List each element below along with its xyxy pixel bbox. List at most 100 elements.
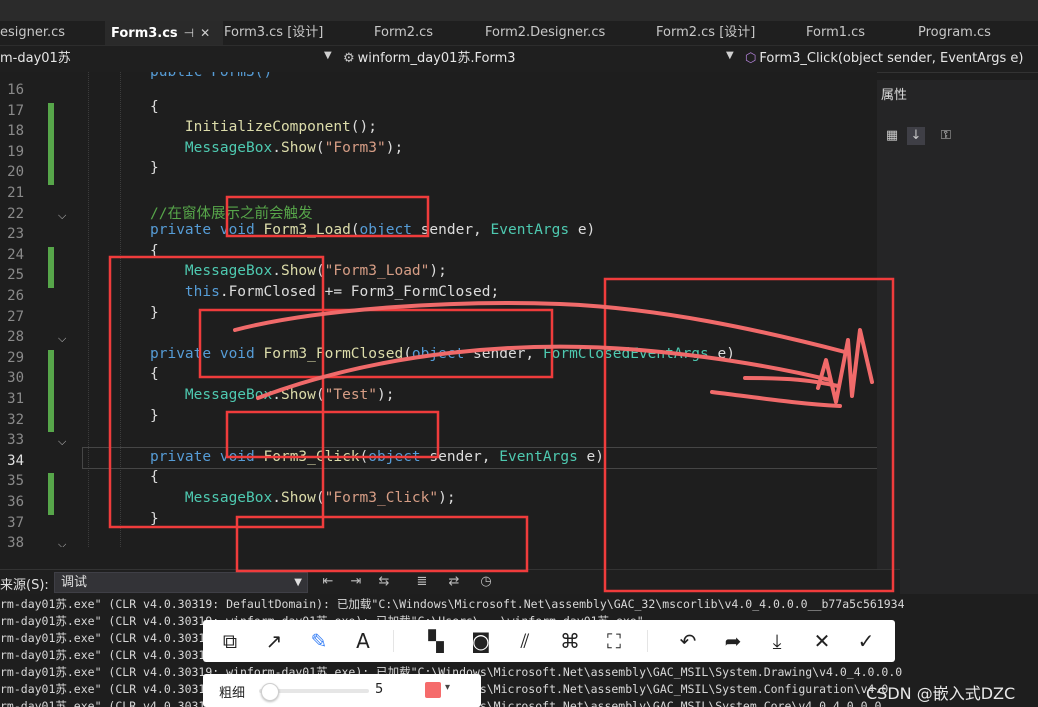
code-token: } — [150, 407, 159, 424]
download-icon[interactable]: ⤓ — [762, 626, 792, 656]
tab-form1-cs[interactable]: Form1.cs — [806, 21, 896, 45]
code-token: ( — [315, 139, 325, 156]
code-token: object — [359, 222, 412, 239]
tab-form2-cs[interactable]: Form2.cs — [374, 21, 464, 45]
class-dropdown[interactable]: ⚙ winform_day01苏.Form3 — [343, 49, 713, 69]
code-token: object — [368, 448, 421, 465]
code-token: EventArgs — [490, 222, 570, 239]
code-token: Show — [280, 387, 316, 403]
hatch-tool-icon[interactable]: ⫽ — [510, 626, 540, 656]
goto-prev-icon[interactable]: ⇤ — [318, 573, 338, 591]
project-dropdown[interactable]: m-day01苏 — [0, 49, 320, 69]
stroke-settings-bar: 粗细 5 ▾ — [203, 674, 481, 707]
output-source-select[interactable]: 调试 ▼ — [54, 572, 308, 593]
tab-program-cs[interactable]: Program.cs — [918, 21, 1028, 45]
undo-icon[interactable]: ↶ — [673, 626, 703, 656]
mosaic-tool-icon[interactable]: ▚ — [421, 626, 451, 656]
find-icon[interactable]: ⇆ — [374, 573, 394, 591]
text-tool-icon[interactable]: A — [348, 626, 378, 656]
screenshot-annotation-toolbar: ⧉ ↗ ✎ A ▚ ◙ ⫽ ⌘ ⛶ ↶ ➦ ⤓ ✕ ✓ — [203, 620, 895, 662]
chevron-down-icon[interactable]: ▼ — [726, 50, 734, 61]
line-number: 34 — [7, 452, 24, 469]
code-line: MessageBox.Show("Test"); — [150, 387, 395, 403]
shape-tool-icon[interactable]: ⧉ — [215, 626, 245, 656]
pin-tool-icon[interactable]: ⌘ — [555, 626, 585, 656]
indent-guide — [120, 72, 121, 547]
line-number: 20 — [7, 164, 24, 181]
line-number-gutter: 16 17 18 19 20 21 22 23 24 25 26 27 28 29 30 31 32 33 34 35… — [0, 72, 80, 547]
code-token: ); — [429, 263, 447, 280]
key-icon[interactable]: ⚿ — [937, 127, 955, 145]
categorized-icon[interactable]: ▦ — [883, 127, 901, 145]
tab-designer-cs[interactable]: esigner.cs — [0, 21, 100, 45]
code-line: { — [150, 366, 159, 382]
code-line: //在窗体展示之前会触发 — [150, 202, 312, 223]
code-token: sender, — [411, 222, 491, 239]
code-line: private void Form3_Click(object sender, … — [150, 449, 604, 465]
tab-form3-cs[interactable]: Form3.cs ⊣ ✕ — [105, 21, 223, 45]
code-token: . — [272, 139, 281, 156]
chevron-down-icon: ▼ — [294, 577, 302, 588]
member-dropdown[interactable]: ⬡ Form3_Click(object sender, EventArgs e) — [745, 49, 1035, 69]
code-line: } — [150, 160, 159, 176]
line-number: 24 — [7, 246, 24, 263]
cancel-icon[interactable]: ✕ — [807, 626, 837, 656]
stroke-color-swatch[interactable] — [425, 682, 441, 698]
goto-next-icon[interactable]: ⇥ — [346, 573, 366, 591]
change-indicator — [48, 246, 54, 288]
code-token: "Form3" — [324, 139, 386, 156]
window-top-strip — [0, 0, 1038, 21]
line-number: 22 — [7, 205, 24, 222]
fold-chevron-icon[interactable]: ⌵ — [58, 538, 66, 547]
line-number: 29 — [7, 349, 24, 366]
code-token: } — [150, 510, 159, 527]
close-icon[interactable]: ✕ — [200, 26, 210, 40]
confirm-icon[interactable]: ✓ — [851, 626, 881, 656]
navigation-bar: m-day01苏 ▼ ⚙ winform_day01苏.Form3 ▼ ⬡ Form… — [0, 46, 1038, 73]
code-token: private — [150, 448, 212, 465]
class-icon: ⚙ — [343, 51, 355, 66]
clock-icon[interactable]: ◷ — [476, 573, 496, 591]
blur-tool-icon[interactable]: ◙ — [466, 626, 496, 656]
slider-handle[interactable] — [261, 683, 279, 701]
code-token: EventArgs — [499, 448, 578, 465]
ocr-tool-icon[interactable]: ⛶ — [599, 626, 629, 656]
code-token: ); — [377, 387, 395, 403]
line-number: 36 — [7, 494, 24, 510]
tab-form2-design[interactable]: Form2.cs [设计] — [656, 21, 786, 45]
toolbar-divider — [393, 630, 394, 652]
share-icon[interactable]: ➦ — [718, 626, 748, 656]
line-number: 37 — [7, 514, 24, 531]
code-token: .FormClosed += Form3_FormClosed; — [219, 284, 500, 300]
chevron-down-icon[interactable]: ▾ — [445, 682, 450, 693]
code-token: MessageBox — [184, 387, 273, 403]
code-editor[interactable]: 16 17 18 19 20 21 22 23 24 25 26 27 28 29 30 31 32 33 34 35… — [0, 72, 877, 547]
word-wrap-icon[interactable]: ⇄ — [444, 573, 464, 591]
change-indicator — [48, 102, 54, 185]
pen-tool-icon[interactable]: ✎ — [304, 626, 334, 656]
arrow-tool-icon[interactable]: ↗ — [259, 626, 289, 656]
fold-chevron-icon[interactable]: ⌵ — [58, 332, 66, 346]
code-token: void — [219, 222, 255, 239]
code-token: ); — [438, 490, 456, 506]
pin-icon[interactable]: ⊣ — [184, 26, 194, 40]
code-token: Show — [280, 263, 316, 280]
chevron-down-icon[interactable]: ▼ — [324, 50, 332, 61]
tab-form2-designer[interactable]: Form2.Designer.cs — [485, 21, 635, 45]
alphabetical-icon[interactable]: ↓ — [907, 127, 925, 145]
fold-chevron-icon[interactable]: ⌵ — [58, 435, 66, 449]
tab-form3-design[interactable]: Form3.cs [设计] — [224, 21, 354, 45]
properties-panel: 属性 ▦ ↓ ⚿ — [877, 80, 1038, 608]
code-token: ( — [403, 345, 412, 362]
fold-chevron-icon[interactable]: ⌵ — [58, 209, 66, 223]
code-token: ( — [359, 448, 369, 465]
code-token: { — [150, 469, 159, 486]
clear-all-icon[interactable]: ≣ — [412, 573, 432, 591]
line-number: 33 — [7, 432, 24, 449]
code-token: e) — [569, 222, 596, 239]
